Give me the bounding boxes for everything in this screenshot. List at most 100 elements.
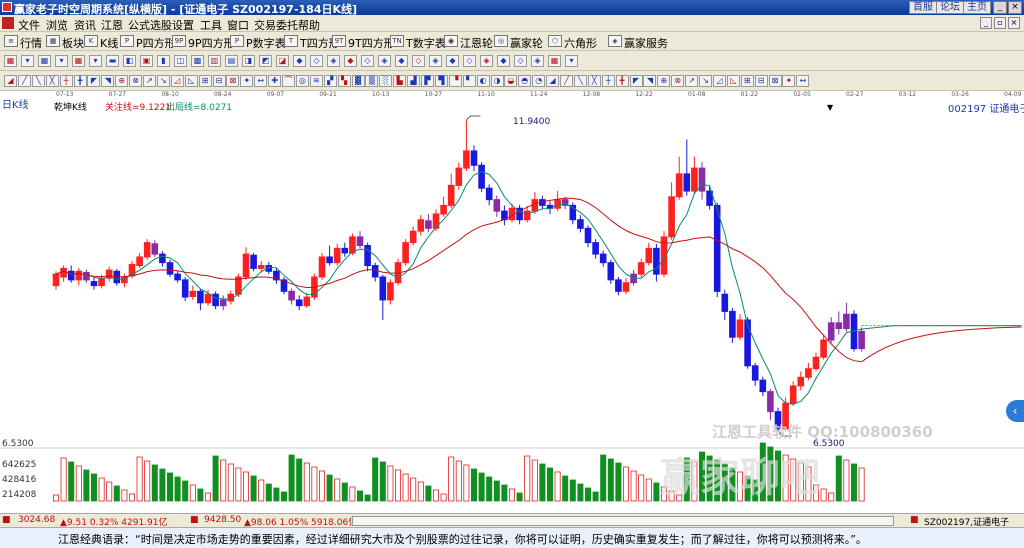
toolbar-winner-wheel-button[interactable]: ◎ 赢家轮 bbox=[494, 35, 543, 50]
toolbar-kline-button[interactable]: K K线 bbox=[84, 35, 118, 50]
tool-tool-icon-42[interactable]: ╲ bbox=[573, 75, 587, 87]
tool-tool-icon-51[interactable]: ↘ bbox=[699, 75, 712, 87]
tool-tool-icon-58[interactable]: ↔ bbox=[796, 75, 810, 87]
draw-tool-icon-34[interactable]: ▾ bbox=[565, 55, 578, 67]
tool-tool-icon-14[interactable]: ◺ bbox=[184, 75, 198, 87]
menu-file[interactable]: 文件 bbox=[18, 17, 40, 33]
draw-tool-icon-23[interactable]: ◈ bbox=[378, 55, 391, 67]
draw-tool-icon-3[interactable]: ▦ bbox=[38, 55, 51, 67]
draw-tool-icon-33[interactable]: ▦ bbox=[548, 55, 561, 67]
menu-trade[interactable]: 交易委托 bbox=[254, 17, 298, 33]
tool-tool-icon-25[interactable]: ▚ bbox=[337, 75, 351, 87]
tool-tool-icon-38[interactable]: ◓ bbox=[518, 75, 532, 87]
tool-tool-icon-22[interactable]: ◎ bbox=[295, 75, 309, 87]
tool-tool-icon-33[interactable]: ▝ bbox=[448, 75, 462, 87]
tool-tool-icon-53[interactable]: ◺ bbox=[726, 75, 740, 87]
tool-tool-icon-26[interactable]: ▓ bbox=[351, 75, 365, 87]
tool-tool-icon-34[interactable]: ▘ bbox=[462, 75, 476, 87]
toolbar-p-square-button[interactable]: P P四方形 bbox=[120, 35, 176, 50]
draw-tool-icon-28[interactable]: ◇ bbox=[463, 55, 476, 67]
tool-tool-icon-17[interactable]: ⊠ bbox=[226, 75, 240, 87]
tool-tool-icon-41[interactable]: ╱ bbox=[560, 75, 573, 87]
draw-tool-icon-20[interactable]: ◈ bbox=[327, 55, 340, 67]
tool-tool-icon-29[interactable]: ▙ bbox=[393, 75, 407, 87]
draw-tool-icon-6[interactable]: ▾ bbox=[89, 55, 102, 67]
server-button[interactable]: 首服 bbox=[909, 1, 937, 14]
tool-tool-icon-32[interactable]: ▜ bbox=[434, 75, 448, 87]
draw-tool-icon-27[interactable]: ◆ bbox=[446, 55, 459, 67]
tool-tool-icon-12[interactable]: ↘ bbox=[156, 75, 170, 87]
tool-tool-icon-23[interactable]: ≋ bbox=[309, 75, 323, 87]
mdi-minimize-icon[interactable]: _ bbox=[980, 17, 992, 29]
menu-news[interactable]: 资讯 bbox=[74, 17, 96, 33]
tool-tool-icon-8[interactable]: ◥ bbox=[101, 75, 115, 87]
tool-tool-icon-27[interactable]: ▒ bbox=[365, 75, 379, 87]
menu-settings[interactable]: 设置 bbox=[172, 17, 194, 33]
tool-tool-icon-5[interactable]: ┼ bbox=[59, 75, 73, 87]
tool-tool-icon-11[interactable]: ↗ bbox=[143, 75, 156, 87]
draw-tool-icon-17[interactable]: ◪ bbox=[276, 55, 289, 67]
draw-tool-icon-24[interactable]: ◆ bbox=[395, 55, 408, 67]
draw-tool-icon-14[interactable]: ▤ bbox=[225, 55, 238, 67]
draw-tool-icon-7[interactable]: ▬ bbox=[106, 55, 119, 67]
mdi-restore-icon[interactable]: ▫ bbox=[994, 17, 1006, 29]
menu-window[interactable]: 窗口 bbox=[227, 17, 249, 33]
draw-tool-icon-29[interactable]: ◈ bbox=[480, 55, 493, 67]
tool-tool-icon-4[interactable]: ╳ bbox=[45, 75, 59, 87]
tool-tool-icon-35[interactable]: ◐ bbox=[476, 75, 490, 87]
toolbar-gann-wheel-button[interactable]: ◉ 江恩轮 bbox=[444, 35, 493, 50]
menu-browse[interactable]: 浏览 bbox=[46, 17, 68, 33]
tool-tool-icon-3[interactable]: ╲ bbox=[31, 75, 45, 87]
tool-tool-icon-36[interactable]: ◑ bbox=[490, 75, 504, 87]
draw-tool-icon-26[interactable]: ◈ bbox=[429, 55, 442, 67]
homepage-button[interactable]: 主页 bbox=[963, 1, 991, 14]
close-icon[interactable]: × bbox=[1008, 1, 1022, 14]
draw-tool-icon-2[interactable]: ▾ bbox=[21, 55, 34, 67]
draw-tool-icon-31[interactable]: ◇ bbox=[514, 55, 527, 67]
draw-tool-icon-8[interactable]: ◧ bbox=[123, 55, 136, 67]
toolbar-p-digit-table-button[interactable]: P P数字表 bbox=[230, 35, 286, 50]
draw-tool-icon-9[interactable]: ▣ bbox=[140, 55, 153, 67]
tool-tool-icon-16[interactable]: ⊟ bbox=[212, 75, 226, 87]
tool-tool-icon-43[interactable]: ╳ bbox=[587, 75, 601, 87]
menu-tools[interactable]: 工具 bbox=[200, 17, 222, 33]
tool-tool-icon-10[interactable]: ⊗ bbox=[129, 75, 143, 87]
tool-tool-icon-9[interactable]: ⊕ bbox=[115, 75, 129, 87]
draw-tool-icon-25[interactable]: ◇ bbox=[412, 55, 425, 67]
draw-tool-icon-19[interactable]: ◇ bbox=[310, 55, 323, 67]
tool-tool-icon-15[interactable]: ⊞ bbox=[198, 75, 212, 87]
tool-tool-icon-37[interactable]: ◒ bbox=[504, 75, 518, 87]
tool-tool-icon-28[interactable]: ░ bbox=[379, 75, 393, 87]
draw-tool-icon-15[interactable]: ◨ bbox=[242, 55, 255, 67]
draw-tool-icon-30[interactable]: ◆ bbox=[497, 55, 510, 67]
tool-tool-icon-50[interactable]: ↗ bbox=[685, 75, 699, 87]
tool-tool-icon-30[interactable]: ▟ bbox=[407, 75, 421, 87]
tool-tool-icon-19[interactable]: ↔ bbox=[254, 75, 268, 87]
tool-tool-icon-21[interactable]: ⌒ bbox=[282, 75, 295, 87]
draw-tool-icon-13[interactable]: ▥ bbox=[208, 55, 221, 67]
tool-tool-icon-40[interactable]: ◢ bbox=[546, 75, 560, 87]
toolbar-line-chart-button[interactable]: ≡ 行情 bbox=[4, 35, 42, 50]
draw-tool-icon-18[interactable]: ◆ bbox=[293, 55, 306, 67]
toolbar-9p-square-button[interactable]: 9P 9P四方形 bbox=[172, 35, 235, 50]
tool-tool-icon-56[interactable]: ⊠ bbox=[768, 75, 782, 87]
tool-tool-icon-20[interactable]: ✚ bbox=[268, 75, 282, 87]
mdi-close-icon[interactable]: × bbox=[1008, 17, 1020, 29]
tool-tool-icon-48[interactable]: ⊕ bbox=[657, 75, 671, 87]
tool-tool-icon-13[interactable]: ◿ bbox=[170, 75, 184, 87]
toolbar-9t-square-button[interactable]: 9T 9T四方形 bbox=[332, 35, 395, 50]
tool-tool-icon-57[interactable]: ✦ bbox=[782, 75, 796, 87]
toolbar-hexagon-button[interactable]: ⬡ 六角形 bbox=[548, 35, 597, 50]
tool-tool-icon-18[interactable]: ✦ bbox=[240, 75, 254, 87]
draw-tool-icon-12[interactable]: ▩ bbox=[191, 55, 204, 67]
menu-formula-select[interactable]: 公式选股 bbox=[128, 17, 172, 33]
tool-tool-icon-54[interactable]: ⊞ bbox=[740, 75, 754, 87]
draw-tool-icon-21[interactable]: ◆ bbox=[344, 55, 357, 67]
tool-tool-icon-46[interactable]: ◤ bbox=[629, 75, 643, 87]
draw-tool-icon-32[interactable]: ◈ bbox=[531, 55, 544, 67]
tool-tool-icon-44[interactable]: ┼ bbox=[601, 75, 615, 87]
draw-tool-icon-16[interactable]: ◩ bbox=[259, 55, 272, 67]
tool-tool-icon-55[interactable]: ⊟ bbox=[754, 75, 768, 87]
tool-tool-icon-7[interactable]: ◤ bbox=[87, 75, 101, 87]
tool-tool-icon-1[interactable]: ◢ bbox=[4, 75, 17, 87]
